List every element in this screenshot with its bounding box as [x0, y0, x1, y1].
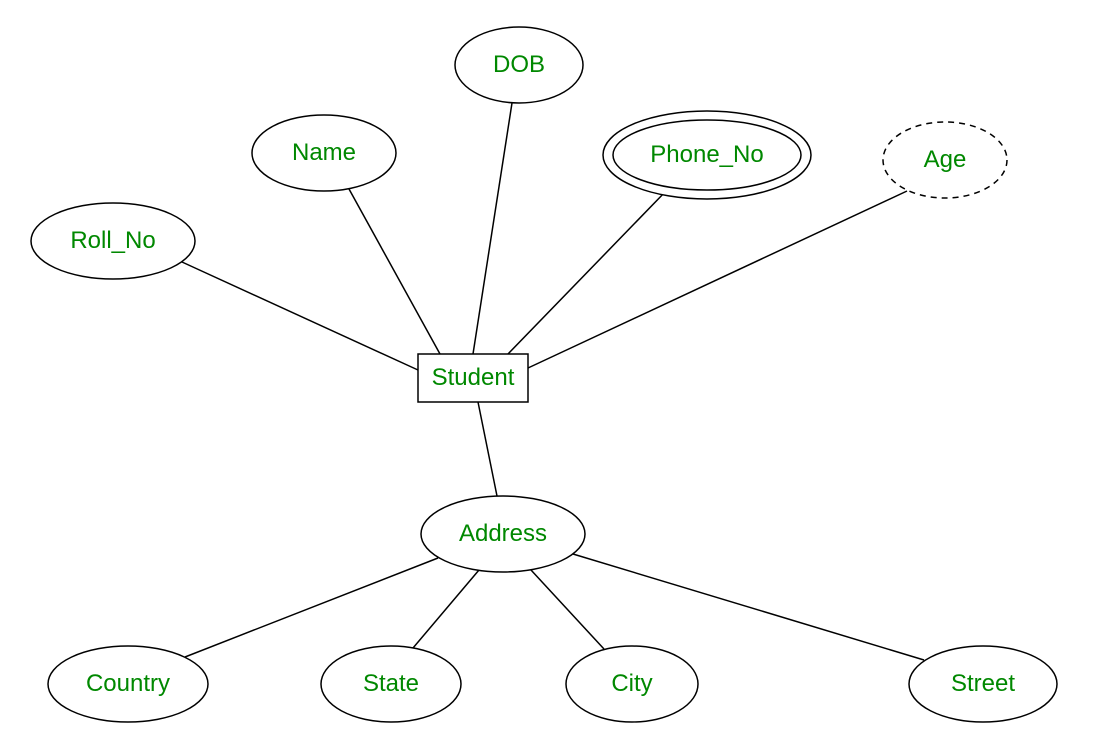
entity-student-label: Student — [432, 364, 515, 392]
line-address-country — [185, 558, 438, 657]
line-address-city — [531, 570, 604, 649]
line-student-age — [528, 191, 907, 368]
line-student-name — [349, 189, 440, 354]
line-address-state — [413, 570, 479, 648]
er-diagram-svg — [0, 0, 1112, 753]
attribute-dob-label: DOB — [493, 51, 545, 79]
line-student-phone-no — [508, 190, 667, 354]
attribute-name-label: Name — [292, 139, 356, 167]
line-student-roll-no — [182, 262, 418, 370]
attribute-street-label: Street — [951, 670, 1015, 698]
line-address-street — [573, 554, 924, 660]
attribute-address-label: Address — [459, 520, 547, 548]
attribute-country-label: Country — [86, 670, 170, 698]
attribute-roll-no-label: Roll_No — [70, 227, 155, 255]
attribute-state-label: State — [363, 670, 419, 698]
attribute-city-label: City — [611, 670, 652, 698]
attribute-age-label: Age — [924, 146, 967, 174]
line-student-address — [478, 402, 497, 496]
attribute-phone-no-label: Phone_No — [650, 141, 763, 169]
line-student-dob — [473, 103, 512, 354]
